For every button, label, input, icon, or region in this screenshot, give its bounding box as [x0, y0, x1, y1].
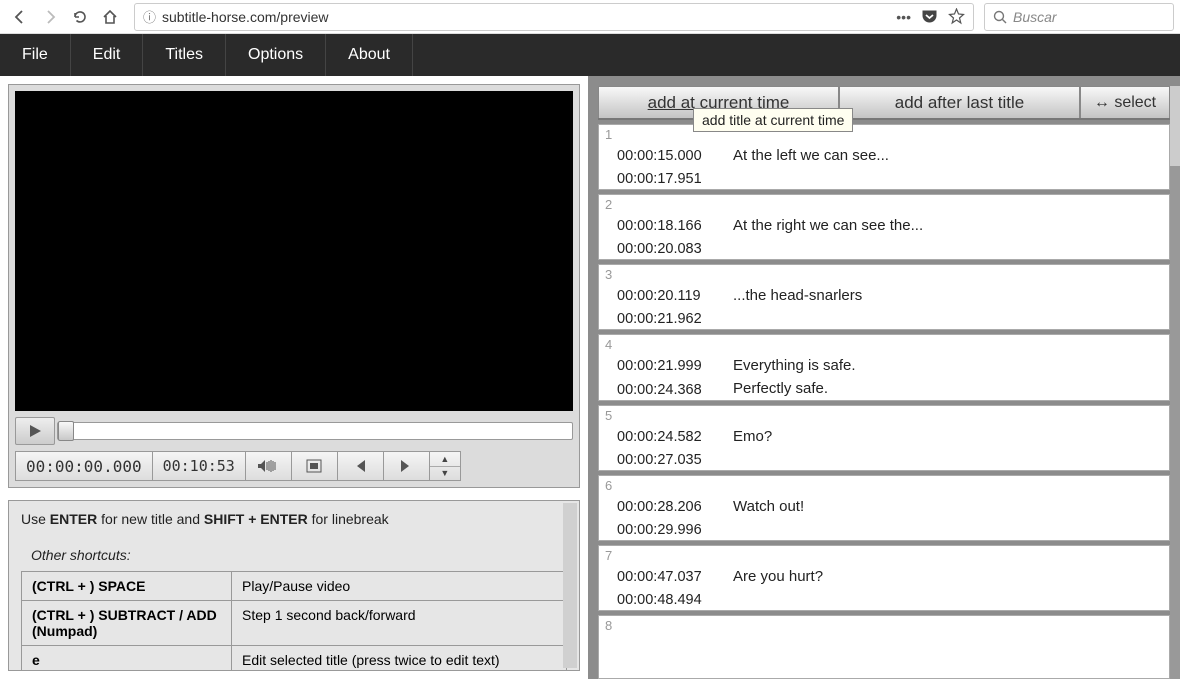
current-time: 00:00:00.000	[15, 451, 152, 481]
subtitle-start: 00:00:15.000	[617, 145, 723, 168]
subtitle-text[interactable]: ...the head-snarlers	[723, 269, 1169, 321]
search-placeholder: Buscar	[1013, 9, 1057, 25]
subtitle-end: 00:00:24.368	[617, 379, 723, 402]
subtitle-end: 00:00:20.083	[617, 238, 723, 261]
search-box[interactable]: Buscar	[984, 3, 1174, 31]
subtitle-times[interactable]: 00:00:28.20600:00:29.996	[603, 480, 723, 532]
subtitle-number: 8	[605, 618, 612, 633]
subtitle-times[interactable]: 00:00:47.03700:00:48.494	[603, 550, 723, 602]
prev-button[interactable]	[337, 451, 383, 481]
subtitle-row[interactable]: 600:00:28.20600:00:29.996Watch out!	[598, 475, 1170, 541]
subtitle-end: 00:00:48.494	[617, 589, 723, 612]
next-button[interactable]	[383, 451, 429, 481]
subtitle-times[interactable]: 00:00:18.16600:00:20.083	[603, 199, 723, 251]
subtitle-end: 00:00:29.996	[617, 519, 723, 542]
browser-toolbar: ⓘ subtitle-horse.com/preview ••• Buscar	[0, 0, 1180, 34]
subtitle-tabs: add at current time add after last title…	[598, 86, 1170, 120]
subtitle-number: 1	[605, 127, 612, 142]
more-icon[interactable]: •••	[896, 9, 911, 25]
tab-add-after[interactable]: add after last title	[839, 86, 1080, 118]
subtitle-start: 00:00:47.037	[617, 566, 723, 589]
subtitle-times[interactable]: 00:00:15.00000:00:17.951	[603, 129, 723, 181]
video-panel: 00:00:00.000 00:10:53 ▲ ▼	[8, 84, 580, 488]
scrollbar-thumb[interactable]	[1170, 86, 1180, 166]
menu-options[interactable]: Options	[226, 34, 326, 76]
menu-edit[interactable]: Edit	[71, 34, 144, 76]
step-up-icon[interactable]: ▲	[430, 452, 460, 467]
help-scrollbar[interactable]	[563, 503, 577, 668]
subtitle-start: 00:00:24.582	[617, 426, 723, 449]
subtitle-text[interactable]: Emo?	[723, 410, 1169, 462]
subtitle-scrollbar[interactable]	[1170, 86, 1180, 679]
forward-button[interactable]	[36, 3, 64, 31]
subtitle-number: 5	[605, 408, 612, 423]
video-canvas[interactable]	[15, 91, 573, 411]
back-button[interactable]	[6, 3, 34, 31]
subtitle-end: 00:00:21.962	[617, 308, 723, 331]
subtitle-row[interactable]: 500:00:24.58200:00:27.035Emo?	[598, 405, 1170, 471]
url-text: subtitle-horse.com/preview	[162, 9, 890, 25]
step-spinner[interactable]: ▲ ▼	[429, 451, 461, 481]
url-bar[interactable]: ⓘ subtitle-horse.com/preview •••	[134, 3, 974, 31]
search-icon	[993, 10, 1007, 24]
seek-thumb[interactable]	[58, 421, 74, 441]
subtitle-text[interactable]: At the left we can see...	[723, 129, 1169, 181]
app-menu-bar: File Edit Titles Options About	[0, 34, 1180, 76]
shortcuts-table: (CTRL + ) SPACEPlay/Pause video (CTRL + …	[21, 571, 567, 671]
subtitle-start: 00:00:21.999	[617, 355, 723, 378]
subtitle-text[interactable]: Are you hurt?	[723, 550, 1169, 602]
help-panel: Use ENTER for new title and SHIFT + ENTE…	[8, 500, 580, 671]
subtitle-text[interactable]: At the right we can see the...	[723, 199, 1169, 251]
shortcuts-heading: Other shortcuts:	[21, 547, 567, 563]
bookmark-star-icon[interactable]	[948, 8, 965, 25]
subtitle-end: 00:00:27.035	[617, 449, 723, 472]
duration: 00:10:53	[152, 451, 245, 481]
fullscreen-button[interactable]	[291, 451, 337, 481]
help-intro: Use ENTER for new title and SHIFT + ENTE…	[21, 511, 567, 527]
subtitle-row[interactable]: 400:00:21.99900:00:24.368Everything is s…	[598, 334, 1170, 400]
menu-about[interactable]: About	[326, 34, 413, 76]
seek-slider[interactable]	[57, 422, 573, 440]
table-row: eEdit selected title (press twice to edi…	[22, 646, 567, 672]
step-down-icon[interactable]: ▼	[430, 467, 460, 481]
home-button[interactable]	[96, 3, 124, 31]
subtitle-list[interactable]: 100:00:15.00000:00:17.951At the left we …	[598, 124, 1170, 679]
menu-titles[interactable]: Titles	[143, 34, 226, 76]
play-button[interactable]	[15, 417, 55, 445]
subtitle-row[interactable]: 300:00:20.11900:00:21.962...the head-sna…	[598, 264, 1170, 330]
subtitle-number: 7	[605, 548, 612, 563]
menu-file[interactable]: File	[0, 34, 71, 76]
subtitle-times[interactable]: 00:00:20.11900:00:21.962	[603, 269, 723, 321]
subtitle-number: 6	[605, 478, 612, 493]
reload-button[interactable]	[66, 3, 94, 31]
volume-button[interactable]	[245, 451, 291, 481]
table-row: (CTRL + ) SPACEPlay/Pause video	[22, 572, 567, 601]
subtitle-row[interactable]: 200:00:18.16600:00:20.083At the right we…	[598, 194, 1170, 260]
subtitle-start: 00:00:18.166	[617, 215, 723, 238]
subtitle-end: 00:00:17.951	[617, 168, 723, 191]
tooltip: add title at current time	[693, 108, 853, 132]
subtitle-text[interactable]: Watch out!	[723, 480, 1169, 532]
subtitle-text[interactable]: Everything is safe. Perfectly safe.	[723, 339, 1169, 391]
subtitle-row[interactable]: 700:00:47.03700:00:48.494Are you hurt?	[598, 545, 1170, 611]
subtitle-text[interactable]	[723, 620, 1169, 670]
pocket-icon[interactable]	[921, 8, 938, 25]
subtitle-times[interactable]: 00:00:21.99900:00:24.368	[603, 339, 723, 391]
subtitle-start: 00:00:28.206	[617, 496, 723, 519]
subtitle-times[interactable]	[603, 620, 723, 670]
subtitle-row[interactable]: 8	[598, 615, 1170, 679]
subtitle-number: 4	[605, 337, 612, 352]
subtitle-row[interactable]: 100:00:15.00000:00:17.951At the left we …	[598, 124, 1170, 190]
subtitle-times[interactable]: 00:00:24.58200:00:27.035	[603, 410, 723, 462]
tab-select[interactable]: ↔ select	[1080, 86, 1170, 118]
site-info-icon[interactable]: ⓘ	[143, 7, 156, 26]
subtitle-number: 3	[605, 267, 612, 282]
subtitle-number: 2	[605, 197, 612, 212]
table-row: (CTRL + ) SUBTRACT / ADD (Numpad)Step 1 …	[22, 601, 567, 646]
subtitle-start: 00:00:20.119	[617, 285, 723, 308]
